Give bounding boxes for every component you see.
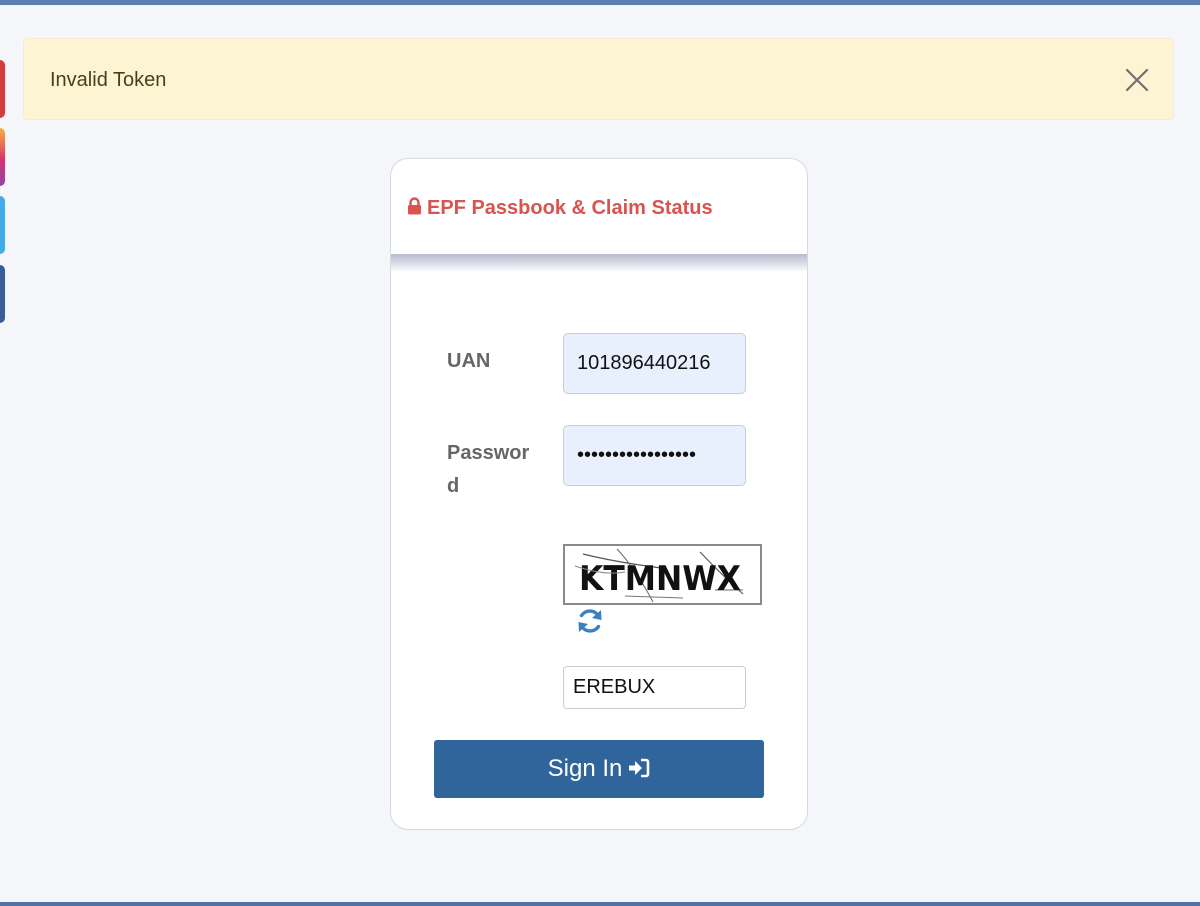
captcha-image: KTMNWX <box>563 544 762 605</box>
card-title: EPF Passbook & Claim Status <box>407 196 713 221</box>
uan-input[interactable] <box>563 333 746 394</box>
captcha-input[interactable] <box>563 666 746 709</box>
captcha-text: KTMNWX <box>579 559 741 599</box>
lock-icon <box>407 197 422 221</box>
top-bar <box>0 0 1200 5</box>
password-label: Password <box>447 442 530 497</box>
social-tab-facebook[interactable] <box>0 265 5 323</box>
social-tab-instagram[interactable] <box>0 128 5 186</box>
sign-in-label: Sign In <box>547 755 623 782</box>
alert-message: Invalid Token <box>50 69 167 91</box>
alert-banner: Invalid Token <box>23 38 1174 120</box>
close-icon[interactable] <box>1124 67 1150 93</box>
sign-in-icon <box>629 758 650 778</box>
social-tab-red[interactable] <box>0 60 5 118</box>
bottom-bar <box>0 902 1200 906</box>
sign-in-button[interactable]: Sign In <box>434 740 764 798</box>
social-tab-twitter[interactable] <box>0 196 5 254</box>
card-divider <box>391 254 807 272</box>
refresh-icon[interactable] <box>575 606 605 636</box>
uan-label: UAN <box>447 350 491 372</box>
login-card: EPF Passbook & Claim Status UAN Password… <box>390 158 808 830</box>
card-title-text: EPF Passbook & Claim Status <box>427 197 713 219</box>
password-input[interactable] <box>563 425 746 486</box>
